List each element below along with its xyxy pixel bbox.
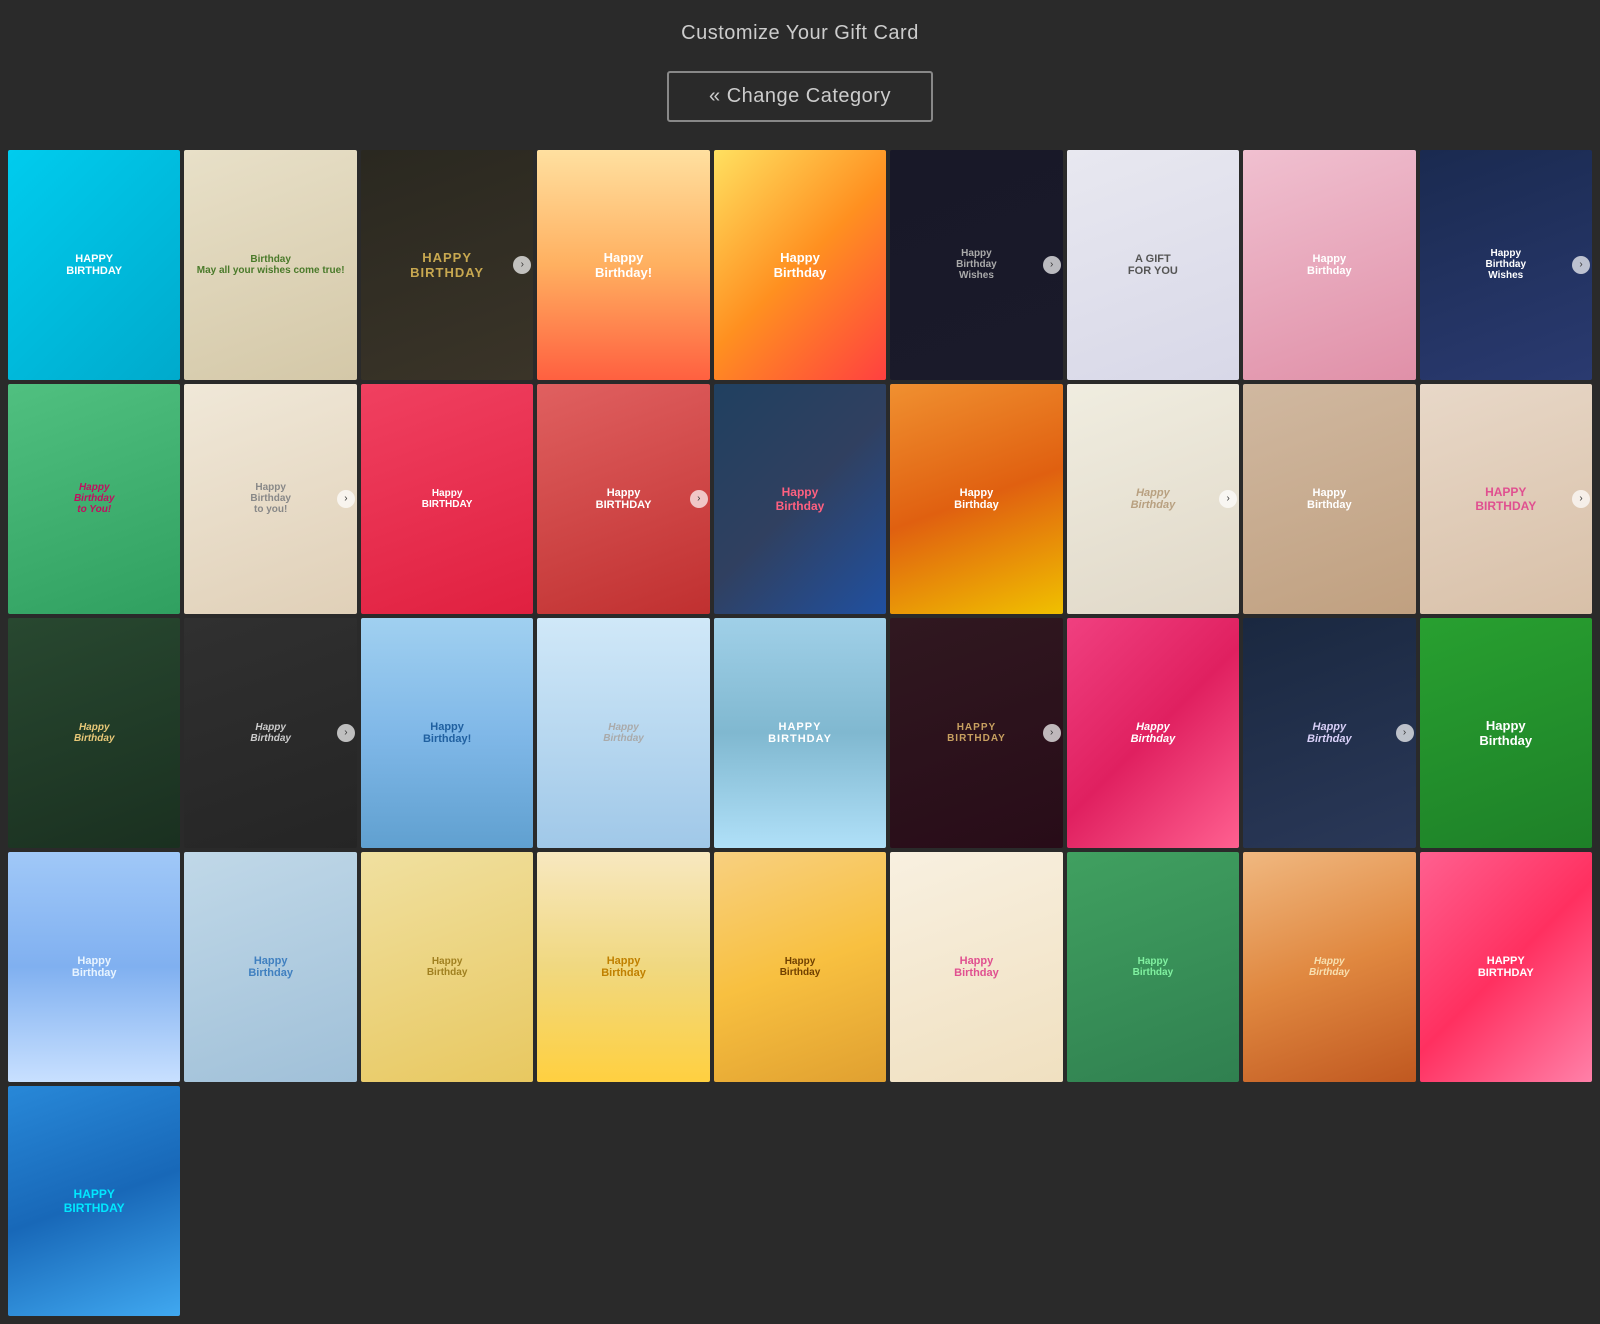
card-33[interactable]: Happy Birthday bbox=[890, 852, 1062, 1082]
card-23[interactable]: HAPPY BIRTHDAY bbox=[714, 618, 886, 848]
card-34-text: Happy Birthday bbox=[1067, 852, 1239, 1082]
card-14[interactable]: Happy Birthday bbox=[714, 384, 886, 614]
card-19[interactable]: Happy Birthday bbox=[8, 618, 180, 848]
card-16-text: Happy Birthday bbox=[1067, 384, 1239, 614]
card-21-text: Happy Birthday! bbox=[361, 618, 533, 848]
card-28-text: Happy Birthday bbox=[8, 852, 180, 1082]
card-11-arrow-icon[interactable]: › bbox=[337, 490, 355, 508]
card-20[interactable]: Happy Birthday› bbox=[184, 618, 356, 848]
card-9-arrow-icon[interactable]: › bbox=[1572, 256, 1590, 274]
card-3[interactable]: HAPPY BIRTHDAY› bbox=[361, 150, 533, 380]
card-26-arrow-icon[interactable]: › bbox=[1396, 724, 1414, 742]
card-26-text: Happy Birthday bbox=[1243, 618, 1415, 848]
card-36-text: HAPPY BIRTHDAY bbox=[1420, 852, 1592, 1082]
card-22[interactable]: Happy Birthday bbox=[537, 618, 709, 848]
card-29-text: Happy Birthday bbox=[184, 852, 356, 1082]
card-4-text: Happy Birthday! bbox=[537, 150, 709, 380]
page-header: Customize Your Gift Card bbox=[0, 0, 1600, 61]
card-5[interactable]: Happy Birthday bbox=[714, 150, 886, 380]
card-3-text: HAPPY BIRTHDAY bbox=[361, 150, 533, 380]
card-18[interactable]: HAPPY BIRTHDAY› bbox=[1420, 384, 1592, 614]
card-4[interactable]: Happy Birthday! bbox=[537, 150, 709, 380]
card-34[interactable]: Happy Birthday bbox=[1067, 852, 1239, 1082]
card-27[interactable]: Happy Birthday bbox=[1420, 618, 1592, 848]
card-36[interactable]: HAPPY BIRTHDAY bbox=[1420, 852, 1592, 1082]
card-30-text: Happy Birthday bbox=[361, 852, 533, 1082]
card-grid: HAPPY BIRTHDAYBirthday May all your wish… bbox=[0, 150, 1600, 1324]
card-19-text: Happy Birthday bbox=[8, 618, 180, 848]
card-20-text: Happy Birthday bbox=[184, 618, 356, 848]
card-3-arrow-icon[interactable]: › bbox=[513, 256, 531, 274]
card-35[interactable]: Happy Birthday bbox=[1243, 852, 1415, 1082]
card-27-text: Happy Birthday bbox=[1420, 618, 1592, 848]
card-21[interactable]: Happy Birthday! bbox=[361, 618, 533, 848]
card-8[interactable]: Happy Birthday bbox=[1243, 150, 1415, 380]
card-9-text: Happy Birthday Wishes bbox=[1420, 150, 1592, 380]
card-2[interactable]: Birthday May all your wishes come true! bbox=[184, 150, 356, 380]
change-category-wrapper: « Change Category bbox=[0, 61, 1600, 140]
card-11-text: Happy Birthday to you! bbox=[184, 384, 356, 614]
card-7-text: A GIFT FOR YOU bbox=[1067, 150, 1239, 380]
card-23-text: HAPPY BIRTHDAY bbox=[714, 618, 886, 848]
card-32-text: Happy Birthday bbox=[714, 852, 886, 1082]
card-18-arrow-icon[interactable]: › bbox=[1572, 490, 1590, 508]
card-6-arrow-icon[interactable]: › bbox=[1043, 256, 1061, 274]
card-13-arrow-icon[interactable]: › bbox=[690, 490, 708, 508]
change-category-button[interactable]: « Change Category bbox=[667, 71, 933, 122]
card-30[interactable]: Happy Birthday bbox=[361, 852, 533, 1082]
card-12-text: Happy BIRTHDAY bbox=[361, 384, 533, 614]
card-10[interactable]: Happy Birthday to You! bbox=[8, 384, 180, 614]
card-9[interactable]: Happy Birthday Wishes› bbox=[1420, 150, 1592, 380]
card-2-text: Birthday May all your wishes come true! bbox=[184, 150, 356, 380]
card-22-text: Happy Birthday bbox=[537, 618, 709, 848]
card-13[interactable]: Happy BIRTHDAY› bbox=[537, 384, 709, 614]
card-15-text: Happy Birthday bbox=[890, 384, 1062, 614]
card-10-text: Happy Birthday to You! bbox=[8, 384, 180, 614]
card-12[interactable]: Happy BIRTHDAY bbox=[361, 384, 533, 614]
card-18-text: HAPPY BIRTHDAY bbox=[1420, 384, 1592, 614]
card-24-arrow-icon[interactable]: › bbox=[1043, 724, 1061, 742]
card-6-text: Happy Birthday Wishes bbox=[890, 150, 1062, 380]
card-17[interactable]: Happy Birthday bbox=[1243, 384, 1415, 614]
card-15[interactable]: Happy Birthday bbox=[890, 384, 1062, 614]
card-37[interactable]: HAPPY BIRTHDAY bbox=[8, 1086, 180, 1316]
card-33-text: Happy Birthday bbox=[890, 852, 1062, 1082]
card-11[interactable]: Happy Birthday to you!› bbox=[184, 384, 356, 614]
card-26[interactable]: Happy Birthday› bbox=[1243, 618, 1415, 848]
card-32[interactable]: Happy Birthday bbox=[714, 852, 886, 1082]
card-20-arrow-icon[interactable]: › bbox=[337, 724, 355, 742]
page-title: Customize Your Gift Card bbox=[0, 22, 1600, 45]
card-35-text: Happy Birthday bbox=[1243, 852, 1415, 1082]
card-6[interactable]: Happy Birthday Wishes› bbox=[890, 150, 1062, 380]
card-16-arrow-icon[interactable]: › bbox=[1219, 490, 1237, 508]
card-29[interactable]: Happy Birthday bbox=[184, 852, 356, 1082]
card-17-text: Happy Birthday bbox=[1243, 384, 1415, 614]
card-31-text: Happy Birthday bbox=[537, 852, 709, 1082]
card-1[interactable]: HAPPY BIRTHDAY bbox=[8, 150, 180, 380]
card-24[interactable]: HAPPY BIRTHDAY› bbox=[890, 618, 1062, 848]
card-25-text: Happy Birthday bbox=[1067, 618, 1239, 848]
card-24-text: HAPPY BIRTHDAY bbox=[890, 618, 1062, 848]
card-1-text: HAPPY BIRTHDAY bbox=[8, 150, 180, 380]
card-25[interactable]: Happy Birthday bbox=[1067, 618, 1239, 848]
card-13-text: Happy BIRTHDAY bbox=[537, 384, 709, 614]
card-5-text: Happy Birthday bbox=[714, 150, 886, 380]
card-8-text: Happy Birthday bbox=[1243, 150, 1415, 380]
card-16[interactable]: Happy Birthday› bbox=[1067, 384, 1239, 614]
card-14-text: Happy Birthday bbox=[714, 384, 886, 614]
card-7[interactable]: A GIFT FOR YOU bbox=[1067, 150, 1239, 380]
card-31[interactable]: Happy Birthday bbox=[537, 852, 709, 1082]
card-28[interactable]: Happy Birthday bbox=[8, 852, 180, 1082]
card-37-text: HAPPY BIRTHDAY bbox=[8, 1086, 180, 1316]
